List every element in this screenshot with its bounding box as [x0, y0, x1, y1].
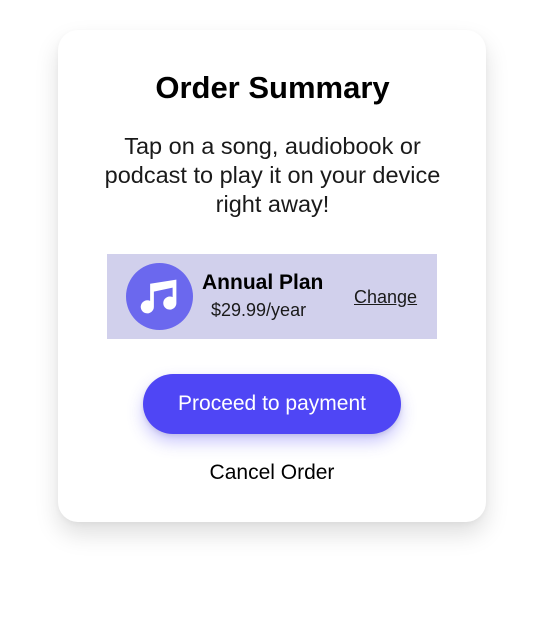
description-text: Tap on a song, audiobook or podcast to p… [104, 133, 441, 217]
plan-price: $29.99/year [211, 300, 307, 320]
music-note-icon [126, 263, 193, 330]
cancel-order-button[interactable]: Cancel Order [143, 458, 401, 488]
plan-summary: Annual Plan $29.99/year Change [107, 254, 437, 339]
plan-name: Annual Plan [202, 271, 324, 294]
change-plan-link[interactable]: Change [354, 286, 417, 308]
page-title: Order Summary [155, 70, 390, 105]
proceed-to-payment-button[interactable]: Proceed to payment [143, 374, 401, 434]
